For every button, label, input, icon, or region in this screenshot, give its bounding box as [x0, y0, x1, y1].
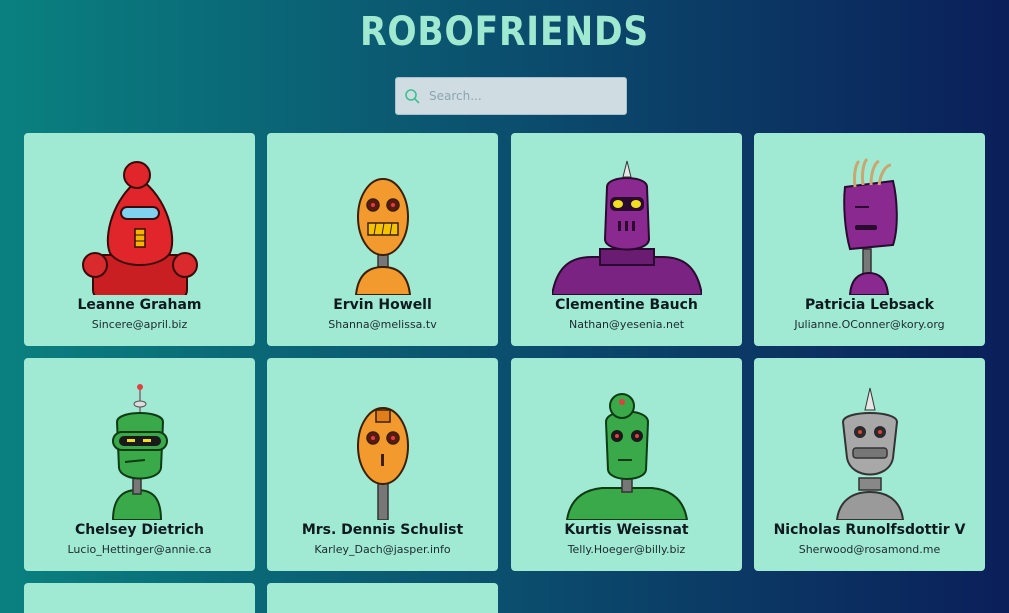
robot-name: Leanne Graham [77, 297, 202, 313]
robot-name: Nicholas Runolfsdottir V [773, 522, 966, 538]
robot-card[interactable]: Nicholas Runolfsdottir V Sherwood@rosamo… [754, 358, 985, 571]
robot-name: Chelsey Dietrich [75, 522, 204, 538]
robot-name: Kurtis Weissnat [564, 522, 689, 538]
robot-email: Karley_Dach@jasper.info [314, 543, 451, 556]
robot-email: Shanna@melissa.tv [328, 318, 437, 331]
app-title: ROBOFRIENDS [359, 9, 650, 55]
robot-card[interactable]: Mrs. Dennis Schulist Karley_Dach@jasper.… [267, 358, 498, 571]
robot-card[interactable]: Leanne Graham Sincere@april.biz [24, 133, 255, 346]
search-box[interactable] [395, 77, 627, 115]
robot-email: Lucio_Hettinger@annie.ca [67, 543, 212, 556]
robot-name: Mrs. Dennis Schulist [301, 522, 464, 538]
robot-card[interactable]: Clementine Bauch Nathan@yesenia.net [511, 133, 742, 346]
robot-card[interactable]: Patricia Lebsack Julianne.OConner@kory.o… [754, 133, 985, 346]
robot-avatar [835, 387, 904, 520]
robot-email: Sherwood@rosamond.me [798, 543, 941, 556]
robot-avatar [551, 160, 702, 295]
robot-name: Clementine Bauch [555, 297, 698, 313]
robot-email: Nathan@yesenia.net [568, 318, 685, 331]
robot-card[interactable]: Ervin Howell Shanna@melissa.tv [267, 133, 498, 346]
robot-card[interactable]: Kurtis Weissnat Telly.Hoeger@billy.biz [511, 358, 742, 571]
robot-name: Patricia Lebsack [805, 297, 934, 313]
robot-email: Telly.Hoeger@billy.biz [567, 543, 686, 556]
robot-avatar [354, 178, 411, 295]
robot-card[interactable]: Chelsey Dietrich Lucio_Hettinger@annie.c… [24, 358, 255, 571]
robot-avatar [81, 161, 198, 295]
robot-card[interactable] [24, 583, 255, 613]
robot-avatar [565, 393, 688, 520]
search-input[interactable] [429, 78, 619, 114]
robot-avatar [842, 157, 898, 295]
robot-avatar [111, 384, 168, 520]
robot-name: Ervin Howell [333, 297, 432, 313]
robot-avatar [356, 407, 409, 520]
robot-card[interactable] [267, 583, 498, 613]
search-icon [405, 89, 420, 104]
robot-email: Sincere@april.biz [91, 318, 188, 331]
robot-email: Julianne.OConner@kory.org [794, 318, 945, 331]
